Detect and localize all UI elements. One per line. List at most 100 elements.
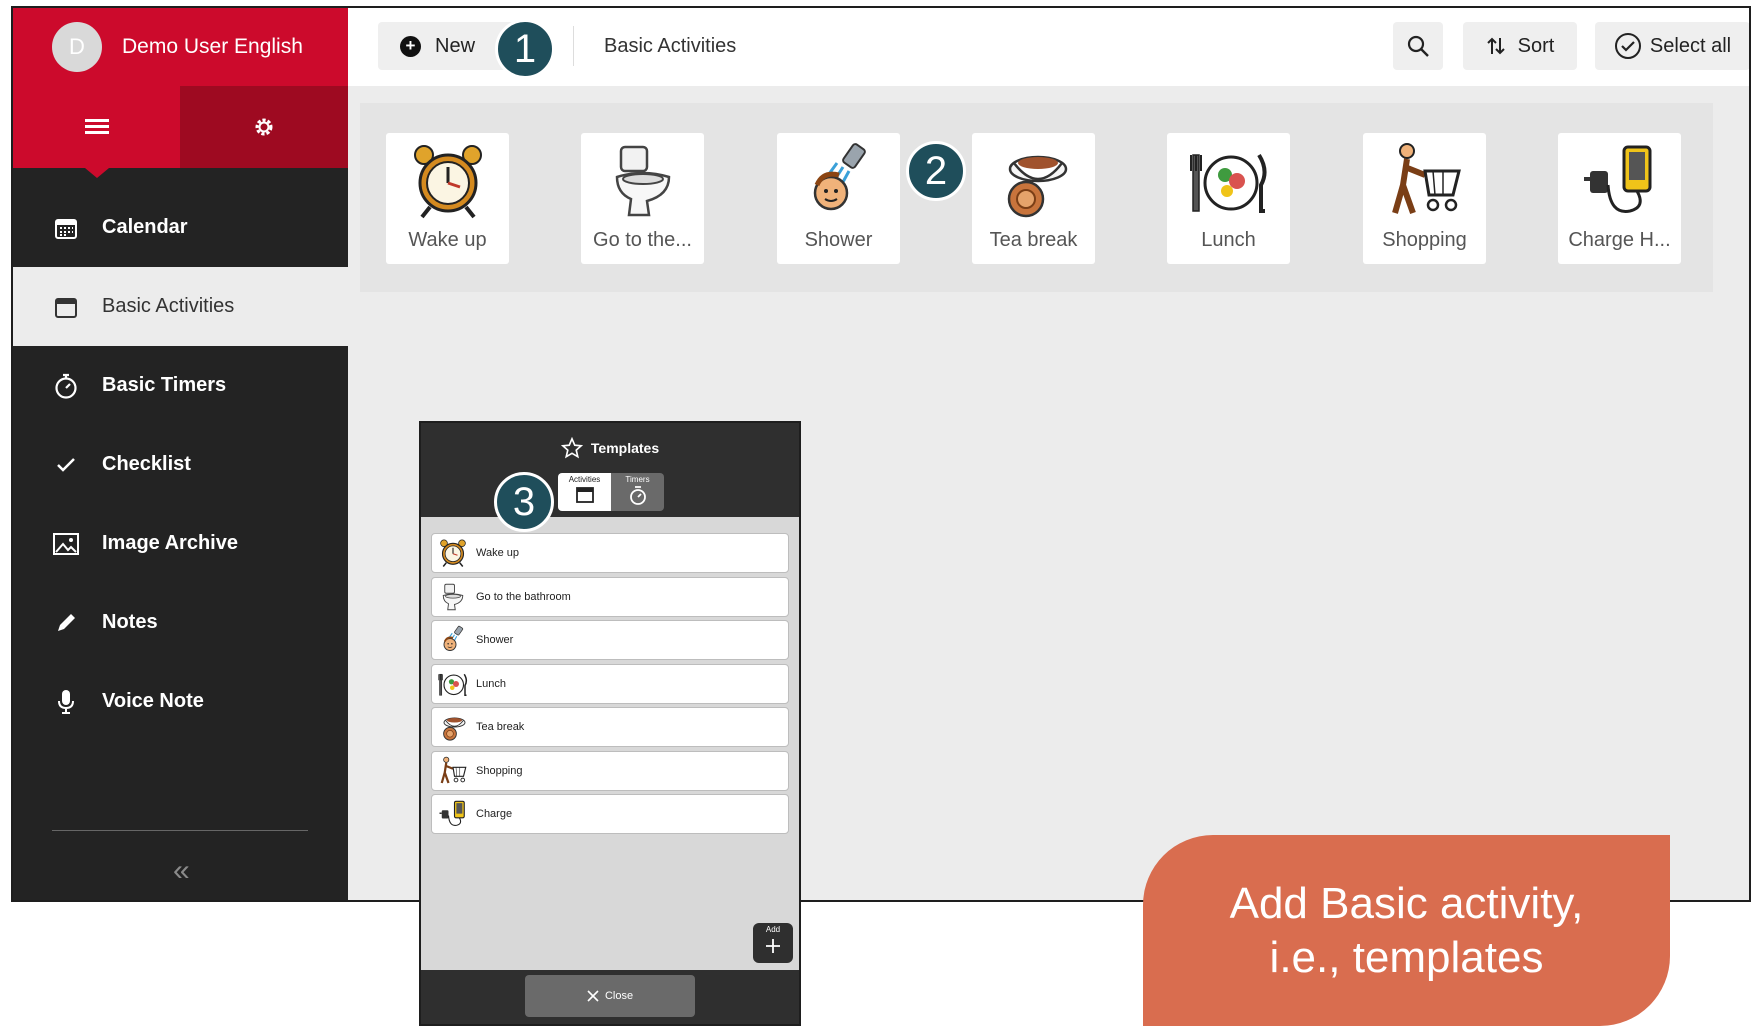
sort-label: Sort (1517, 34, 1555, 57)
toilet-icon (438, 582, 468, 612)
sidebar: D Demo User English Calendar Basic Activ… (13, 8, 348, 900)
callout-line-2: i.e., templates (1269, 932, 1544, 982)
template-label: Charge (476, 808, 513, 820)
page-title: Basic Activities (573, 26, 736, 66)
tab-activities[interactable]: Activities (558, 473, 611, 511)
user-header[interactable]: D Demo User English (13, 8, 348, 86)
templates-title-label: Templates (590, 440, 660, 456)
callout-box: Add Basic activity, i.e., templates (1143, 835, 1670, 1026)
check-circle-icon (1614, 33, 1641, 59)
activity-label: Shower (804, 229, 873, 251)
close-button[interactable]: Close (525, 975, 695, 1017)
calendar-icon (52, 293, 80, 321)
alarm-clock-icon (438, 538, 468, 568)
template-label: Wake up (476, 547, 520, 559)
select-all-button[interactable]: Select all (1595, 22, 1749, 70)
templates-title: Templates (421, 437, 799, 459)
gear-icon (255, 118, 273, 136)
sidebar-toolbar (13, 86, 348, 178)
activity-tile[interactable]: Shower (777, 133, 900, 264)
templates-panel: Templates Activities Timers Wake up Go t… (419, 421, 801, 1026)
template-label: Shower (476, 634, 514, 646)
collapse-sidebar-icon[interactable]: « (173, 854, 190, 888)
templates-footer: Close (421, 970, 799, 1024)
search-button[interactable] (1393, 22, 1443, 70)
sidebar-divider (52, 830, 308, 831)
tea-cup-icon (438, 712, 468, 742)
template-label: Go to the bathroom (476, 590, 571, 603)
image-icon (52, 530, 80, 558)
toilet-icon (603, 141, 683, 221)
calendar-icon (575, 487, 594, 503)
activity-label: Charge H... (1568, 229, 1671, 251)
sidebar-item-checklist[interactable]: Checklist (13, 425, 348, 504)
activity-tile[interactable]: Tea break (972, 133, 1095, 264)
sidebar-item-label: Image Archive (102, 532, 238, 554)
close-icon (587, 990, 599, 1002)
activity-tile[interactable]: Wake up (386, 133, 509, 264)
charger-icon (438, 799, 468, 829)
activity-label: Lunch (1201, 229, 1256, 251)
sidebar-item-voice-note[interactable]: Voice Note (13, 662, 348, 741)
sidebar-item-basic-timers[interactable]: Basic Timers (13, 346, 348, 425)
sidebar-item-label: Notes (102, 611, 158, 633)
tea-cup-icon (994, 141, 1074, 221)
shopping-cart-icon (1385, 141, 1465, 221)
activity-tile[interactable]: Go to the... (581, 133, 704, 264)
sidebar-item-label: Voice Note (102, 690, 204, 712)
activity-tile[interactable]: Shopping (1363, 133, 1486, 264)
alarm-clock-icon (408, 141, 488, 221)
tab-timers[interactable]: Timers (611, 473, 664, 511)
template-item[interactable]: Lunch (431, 663, 789, 704)
top-toolbar: + New Basic Activities Sort Select all (348, 8, 1749, 86)
activity-grid: Wake up Go to the... Shower Tea break Lu… (360, 103, 1713, 292)
timer-icon (629, 486, 646, 505)
activity-tile[interactable]: Lunch (1167, 133, 1290, 264)
avatar[interactable]: D (52, 22, 102, 72)
annotation-badge-3: 3 (494, 472, 554, 532)
add-template-button[interactable]: Add (753, 923, 793, 963)
add-label: Add (765, 925, 781, 934)
annotation-badge-1: 1 (495, 19, 555, 79)
sort-button[interactable]: Sort (1463, 22, 1577, 70)
sort-icon (1486, 37, 1505, 55)
shower-icon (438, 625, 468, 655)
template-item[interactable]: Shower (431, 620, 789, 660)
template-item[interactable]: Go to the bathroom (431, 576, 789, 617)
template-label: Lunch (476, 677, 506, 690)
templates-header: Templates Activities Timers (421, 423, 799, 517)
sidebar-item-calendar[interactable]: Calendar (13, 188, 348, 267)
activity-label: Shopping (1382, 229, 1467, 251)
sidebar-item-label: Checklist (102, 453, 191, 475)
close-label: Close (604, 990, 634, 1002)
new-button-label: New (435, 34, 476, 57)
templates-tabs: Activities Timers (558, 473, 664, 511)
shopping-cart-icon (438, 756, 468, 786)
calendar-grid-icon (52, 214, 80, 242)
templates-list: Wake up Go to the bathroom Shower Lunch … (431, 533, 789, 838)
check-icon (52, 451, 80, 479)
template-label: Shopping (476, 764, 523, 777)
template-item[interactable]: Tea break (431, 707, 789, 747)
search-icon (1407, 35, 1429, 57)
sidebar-item-label: Basic Activities (102, 295, 235, 317)
template-item[interactable]: Shopping (431, 750, 789, 791)
tab-label: Timers (625, 475, 650, 484)
charger-icon (1580, 141, 1660, 221)
sidebar-item-image-archive[interactable]: Image Archive (13, 504, 348, 583)
menu-button[interactable] (13, 86, 180, 178)
template-label: Tea break (476, 721, 525, 733)
template-item[interactable]: Charge (431, 794, 789, 834)
sidebar-item-basic-activities[interactable]: Basic Activities (13, 267, 348, 346)
sidebar-item-label: Calendar (102, 216, 188, 238)
select-all-label: Select all (1649, 34, 1732, 57)
sidebar-item-notes[interactable]: Notes (13, 583, 348, 662)
user-name: Demo User English (122, 35, 303, 58)
settings-button[interactable] (180, 86, 348, 168)
plate-icon (1189, 141, 1269, 221)
annotation-badge-2: 2 (906, 141, 966, 201)
activity-tile[interactable]: Charge H... (1558, 133, 1681, 264)
template-item[interactable]: Wake up (431, 533, 789, 573)
microphone-icon (52, 688, 80, 716)
hamburger-icon (84, 119, 109, 135)
